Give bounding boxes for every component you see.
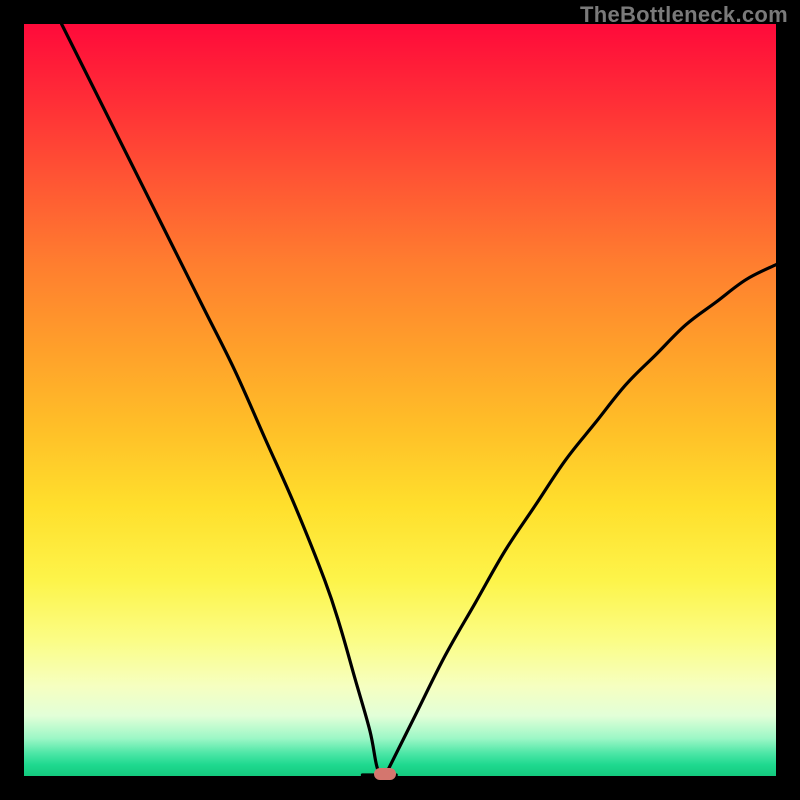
plot-area xyxy=(24,24,776,776)
minimum-marker xyxy=(374,768,396,780)
chart-frame: TheBottleneck.com xyxy=(0,0,800,800)
line-series xyxy=(24,24,776,776)
